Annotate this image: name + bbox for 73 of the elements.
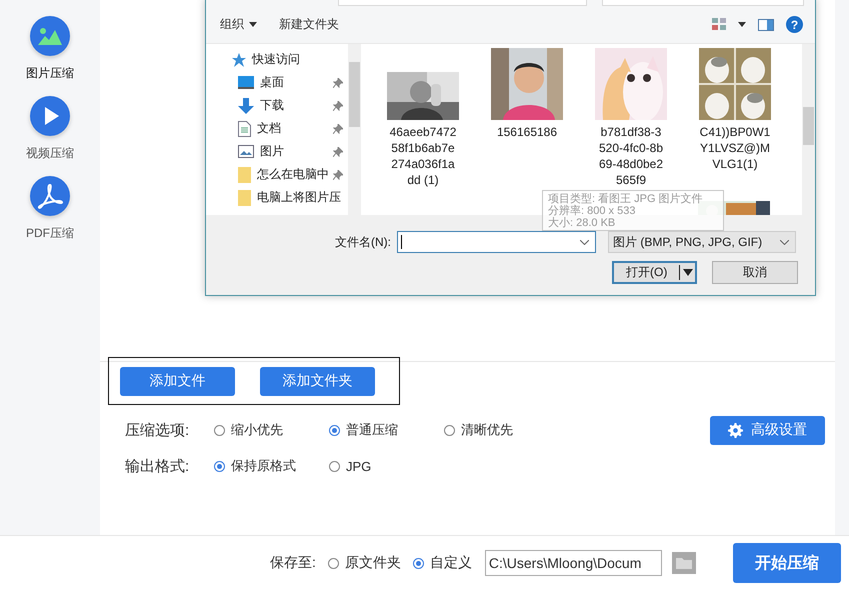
preview-pane-icon[interactable] — [758, 18, 774, 30]
caret-icon — [683, 268, 693, 276]
radio-button[interactable] — [444, 424, 455, 436]
add-button[interactable]: 添加文件 — [120, 366, 235, 396]
pin-icon[interactable] — [333, 78, 343, 88]
radio-label: 原文件夹 — [344, 554, 401, 572]
nav-item[interactable]: 桌面 — [260, 74, 284, 91]
pdf-icon[interactable] — [30, 176, 70, 216]
settings-icon — [728, 422, 743, 438]
radio-button[interactable] — [328, 558, 339, 568]
document-icon — [238, 120, 251, 136]
option-label: 压缩选项: — [125, 420, 190, 440]
view-icon[interactable] — [712, 18, 726, 31]
image-icon[interactable] — [30, 16, 70, 56]
radio-button[interactable] — [329, 460, 340, 472]
star-icon — [232, 52, 246, 66]
tooltip: 项目类型: 看图王 JPG 图片文件 分辨率: 800 x 533 大小: 28.0 KB — [542, 190, 724, 231]
radio-label: 自定义 — [430, 554, 472, 572]
play-icon[interactable] — [30, 96, 70, 136]
radio-label: 缩小优先 — [231, 421, 283, 439]
nav-item[interactable]: 文档 — [257, 120, 281, 137]
nav-item[interactable]: 下载 — [260, 97, 284, 114]
sidebar-item[interactable]: 图片压缩 — [26, 65, 74, 82]
open-button[interactable]: 打开(O) — [612, 260, 697, 284]
folder-icon[interactable] — [672, 552, 696, 574]
file-type-dropdown[interactable]: 图片 (BMP, PNG, JPG, GIF) — [608, 231, 796, 253]
radio-button[interactable] — [214, 460, 225, 472]
scrollbar[interactable] — [802, 44, 815, 215]
path-field[interactable]: C:\Users\Mloong\Docum — [484, 550, 662, 576]
caret-icon — [249, 22, 257, 27]
nav-item[interactable]: 快速访问 — [252, 51, 300, 68]
download-icon — [238, 98, 254, 114]
radio-label: 保持原格式 — [231, 457, 296, 475]
add-button[interactable]: 添加文件夹 — [260, 366, 375, 396]
chevron-icon — [780, 240, 789, 244]
chevron-icon — [580, 240, 589, 244]
caret-icon[interactable] — [738, 22, 746, 27]
start-button[interactable]: 开始压缩 — [732, 543, 841, 583]
save-label: 保存至: — [270, 554, 316, 572]
radio-label: 普通压缩 — [346, 421, 398, 439]
file-name[interactable]: 156165186 — [496, 124, 558, 140]
scrollbar[interactable] — [348, 44, 361, 215]
advanced-settings-button[interactable]: 高级设置 — [710, 416, 825, 444]
nav-item[interactable]: 图片 — [260, 143, 284, 160]
file-name[interactable]: b781df38-3 520-4fc0-8b 69-48d0be2 565f9 — [598, 124, 664, 188]
pictures-icon — [238, 145, 254, 158]
address-field[interactable] — [338, 0, 587, 6]
option-label: 输出格式: — [125, 456, 190, 476]
radio-label: 清晰优先 — [461, 421, 513, 439]
filename-label: 文件名(N): — [334, 234, 391, 250]
nav-item[interactable]: 怎么在电脑中 — [257, 166, 329, 183]
folder-icon — [238, 190, 251, 206]
pin-icon[interactable] — [333, 170, 343, 180]
cancel-button[interactable]: 取消 — [712, 260, 798, 284]
sidebar-item[interactable]: 视频压缩 — [26, 145, 74, 162]
organize-menu[interactable]: 组织 — [220, 16, 257, 33]
search-field[interactable] — [602, 0, 804, 6]
nav-item[interactable]: 电脑上将图片压 — [257, 189, 341, 206]
pin-icon[interactable] — [333, 147, 343, 157]
radio-label: JPG — [346, 458, 372, 474]
radio-button[interactable] — [412, 558, 424, 568]
radio-button[interactable] — [214, 424, 225, 436]
pin-icon[interactable] — [333, 101, 343, 111]
help-icon[interactable]: ? — [786, 16, 803, 33]
pin-icon[interactable] — [333, 124, 343, 134]
file-name[interactable]: 46aeeb7472 58f1b6ab7e 274a036f1a dd (1) — [390, 124, 456, 188]
desktop-icon — [238, 76, 254, 89]
new-folder-button[interactable]: 新建文件夹 — [279, 16, 339, 33]
filename-field[interactable] — [397, 231, 596, 253]
radio-button[interactable] — [329, 424, 340, 436]
file-name[interactable]: C41))BP0W1 Y1LVSZ@)M VLG1(1) — [700, 124, 770, 172]
sidebar-item[interactable]: PDF压缩 — [26, 225, 74, 242]
folder-icon — [238, 166, 251, 182]
